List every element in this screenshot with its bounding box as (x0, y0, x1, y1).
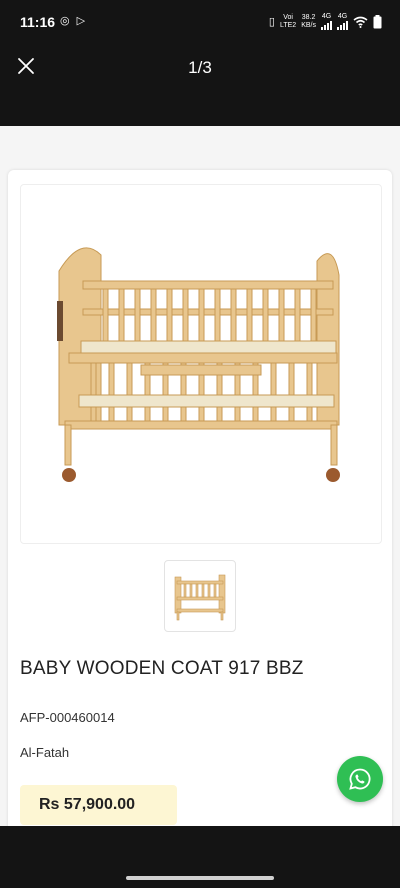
product-brand: Al-Fatah (20, 745, 70, 760)
product-sku: AFP-000460014 (20, 710, 115, 725)
status-indicators: ▯ Voi LTE2 38.2 KB/s 4G 4G (269, 13, 382, 30)
wifi-icon (353, 16, 368, 28)
home-indicator[interactable] (126, 876, 274, 880)
page-counter: 1/3 (188, 58, 212, 77)
vibrate-icon: ▯ (268, 15, 275, 28)
signal-icon (337, 21, 348, 30)
play-notification-icon: ▷ (76, 15, 88, 27)
whatsapp-icon (349, 768, 371, 790)
battery-icon (373, 14, 382, 28)
screenshot-content[interactable]: BABY WOODEN COAT 917 BBZ AFP-000460014 A… (0, 126, 400, 826)
product-thumbnail[interactable] (164, 560, 236, 632)
navigation-bar (0, 826, 400, 888)
viewer-header: 1/3 (0, 44, 400, 126)
product-price: Rs 57,900.00 (39, 796, 136, 813)
whatsapp-notification-icon: ◎ (60, 15, 72, 27)
status-bar: 11:16 ◎ ▷ ▯ Voi LTE2 38.2 KB/s 4G 4G (0, 0, 400, 44)
signal-icon (321, 21, 332, 30)
whatsapp-chat-button[interactable] (337, 756, 383, 802)
product-main-image[interactable] (20, 184, 382, 544)
crib-image (57, 247, 340, 482)
status-time: 11:16 (20, 14, 56, 30)
speed-label: 38.2 KB/s (301, 13, 316, 29)
status-app-icons: ◎ ▷ (60, 14, 87, 27)
crib-thumbnail-image (174, 574, 226, 621)
sim2-signal: 4G (337, 13, 348, 30)
product-title: BABY WOODEN COAT 917 BBZ (20, 658, 304, 679)
price-badge: Rs 57,900.00 (20, 785, 177, 825)
product-card: BABY WOODEN COAT 917 BBZ AFP-000460014 A… (8, 170, 392, 826)
sim1-signal: 4G (321, 13, 332, 30)
network-label: Voi LTE2 (279, 13, 297, 29)
